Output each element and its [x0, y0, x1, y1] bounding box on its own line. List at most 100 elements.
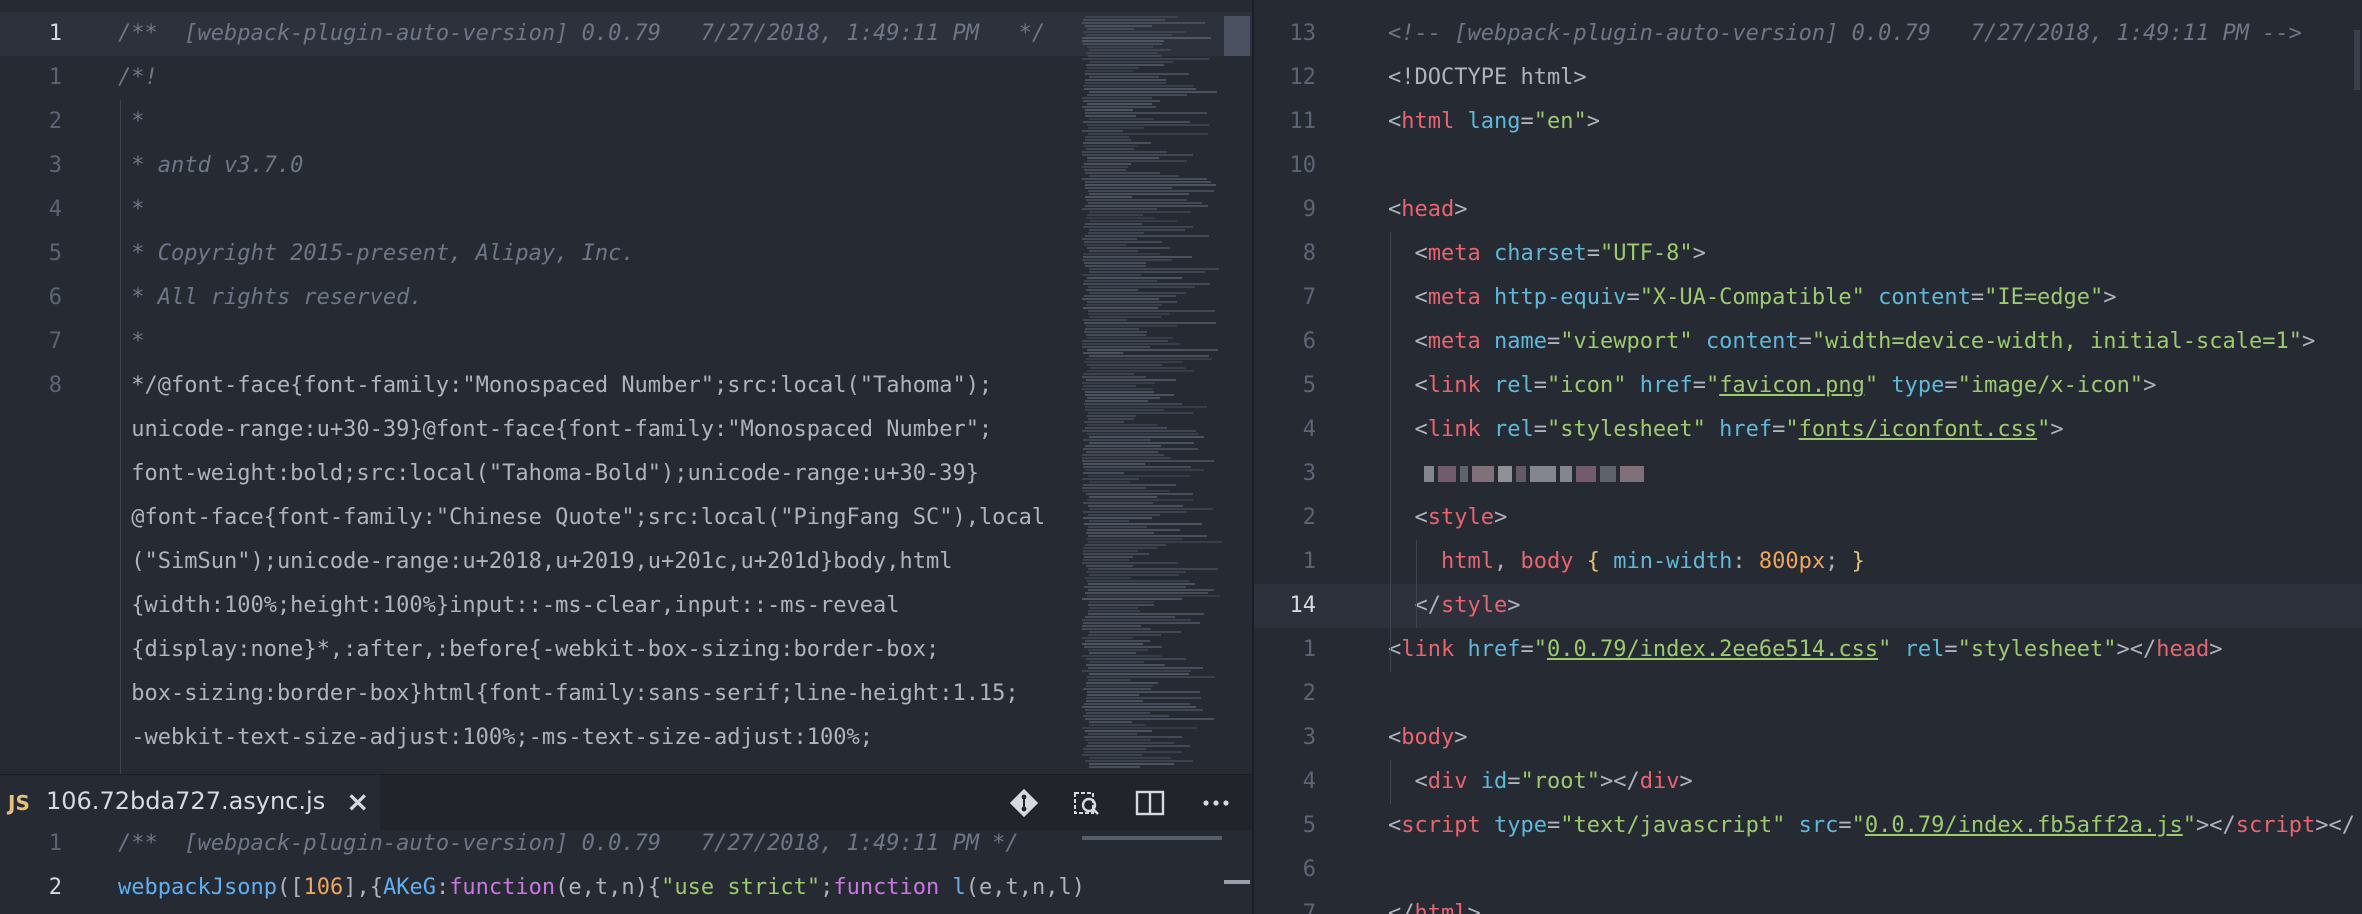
minimap-line [1087, 301, 1177, 303]
code-text: <div id="root"></div> [1388, 760, 1692, 804]
code-line[interactable]: {width:100%;height:100%}input::-ms-clear… [0, 584, 1252, 628]
code-line[interactable]: 2 webpackJsonp([106],{AKeG:function(e,t,n… [0, 866, 1252, 910]
code-line[interactable]: 1 /** [webpack-plugin-auto-version] 0.0.7… [0, 12, 1252, 56]
minimap-line [1083, 517, 1152, 519]
code-line[interactable]: 13 <!-- [webpack-plugin-auto-version] 0.0… [1254, 12, 2362, 56]
code-line[interactable]: 2 * [0, 100, 1252, 144]
minimap-line [1085, 70, 1133, 72]
code-line[interactable]: 8 <meta charset="UTF-8"> [1254, 232, 2362, 276]
code-line[interactable]: {display:none}*,:after,:before{-webkit-b… [0, 628, 1252, 672]
code-line[interactable]: 2 [1254, 672, 2362, 716]
minimap-line [1083, 43, 1162, 45]
code-line[interactable]: 1 /** [webpack-plugin-auto-version] 0.0.7… [0, 830, 1252, 866]
minimap[interactable] [1082, 16, 1222, 772]
minimap-line [1086, 664, 1165, 666]
code-line[interactable]: 11 <html lang="en"> [1254, 100, 2362, 144]
code-line[interactable]: 4 * [0, 188, 1252, 232]
token: "UTF-8" [1599, 241, 1693, 266]
minimap-line [1089, 601, 1154, 603]
more-actions-icon[interactable] [1200, 787, 1232, 819]
code-text: <!-- [webpack-plugin-auto-version] 0.0.7… [1388, 12, 2302, 56]
code-line[interactable]: 2 <style> [1254, 496, 2362, 540]
code-line[interactable]: 12 <!DOCTYPE html> [1254, 56, 2362, 100]
token: meta [1427, 329, 1481, 354]
line-number: 2 [1302, 681, 1316, 706]
code-line[interactable]: 4 <div id="root"></div> [1254, 760, 2362, 804]
code-line[interactable]: box-sizing:border-box}html{font-family:s… [0, 672, 1252, 716]
code-line[interactable]: 5 <link rel="icon" href="favicon.png" ty… [1254, 364, 2362, 408]
code-line[interactable]: @font-face{font-family:"Chinese Quote";s… [0, 496, 1252, 540]
minimap-line [1089, 91, 1217, 93]
minimap-line [1088, 475, 1190, 477]
minimap-line [1082, 727, 1197, 729]
code-line[interactable]: 7 * [0, 320, 1252, 364]
minimap-line [1086, 451, 1158, 453]
code-line[interactable]: 1 <link href="0.0.79/index.2ee6e514.css" … [1254, 628, 2362, 672]
minimap-line [1086, 325, 1177, 327]
minimap-line [1082, 343, 1180, 345]
code-line[interactable]: 10 [1254, 144, 2362, 188]
redacted-block [1560, 466, 1572, 482]
code-line[interactable]: ("SimSun");unicode-range:u+2018,u+2019,u… [0, 540, 1252, 584]
code-line[interactable]: 6 * All rights reserved. [0, 276, 1252, 320]
redacted-block [1530, 466, 1556, 482]
code-line[interactable]: 1 html, body { min-width: 800px; } [1254, 540, 2362, 584]
code-line[interactable]: 5 * Copyright 2015-present, Alipay, Inc. [0, 232, 1252, 276]
open-changes-icon[interactable] [1070, 787, 1102, 819]
minimap-line [1085, 109, 1133, 111]
tab-active-file[interactable]: JS 106.72bda727.async.js × [0, 775, 380, 831]
token: href [1626, 373, 1693, 398]
code-line[interactable]: unicode-range:u+30-39}@font-face{font-fa… [0, 408, 1252, 452]
minimap-line [1087, 538, 1183, 540]
minimap-line [1083, 550, 1138, 552]
code-line[interactable]: font-weight:bold;src:local("Tahoma-Bold"… [0, 452, 1252, 496]
minimap-line [1082, 382, 1155, 384]
token: {width:100%;height:100%}input::-ms-clear… [118, 593, 900, 618]
code-line[interactable]: 8 */@font-face{font-family:"Monospaced N… [0, 364, 1252, 408]
minimap-line [1082, 340, 1168, 342]
code-line[interactable]: -webkit-text-size-adjust:100%;-ms-text-s… [0, 716, 1252, 760]
minimap-line [1082, 208, 1157, 210]
minimap-line [1088, 418, 1134, 420]
code-line[interactable]: 3 * antd v3.7.0 [0, 144, 1252, 188]
line-number: 1 [48, 831, 62, 856]
code-line[interactable]: 6 <meta name="viewport" content="width=d… [1254, 320, 2362, 364]
token: = [1970, 285, 1985, 310]
code-line[interactable]: 7 <meta http-equiv="X-UA-Compatible" con… [1254, 276, 2362, 320]
code-line[interactable]: 14 </style> [1254, 584, 2362, 628]
minimap-line [1088, 286, 1195, 288]
close-icon[interactable]: × [346, 785, 369, 818]
minimap-line [1083, 553, 1149, 555]
code-line[interactable]: 3 <body> [1254, 716, 2362, 760]
token: = [1546, 329, 1561, 354]
right-scrollbar[interactable] [2354, 30, 2360, 90]
code-line[interactable]: 7 </html> [1254, 892, 2362, 914]
token: = [1798, 329, 1812, 354]
code-line[interactable]: 5 <script type="text/javascript" src="0.0… [1254, 804, 2362, 848]
minimap-line [1086, 304, 1162, 306]
bottom-scrollbar[interactable] [1224, 880, 1250, 884]
token: > [1692, 241, 1706, 266]
minimap-line [1083, 283, 1210, 285]
minimap-line [1089, 175, 1179, 177]
git-compare-icon[interactable] [1008, 787, 1040, 819]
minimap-line [1087, 124, 1209, 126]
minimap-line [1083, 466, 1191, 468]
code-line[interactable]: 3 [1254, 452, 2362, 496]
token: href [1454, 637, 1521, 662]
minimap-line [1082, 625, 1141, 627]
bottom-editor[interactable]: 1 /** [webpack-plugin-auto-version] 0.0.7… [0, 830, 1252, 914]
minimap-line [1087, 580, 1189, 582]
code-line[interactable]: 1 /*! [0, 56, 1252, 100]
minimap-line [1088, 568, 1218, 570]
code-line[interactable]: 6 [1254, 848, 2362, 892]
right-editor[interactable]: 13 <!-- [webpack-plugin-auto-version] 0.0… [1254, 0, 2362, 914]
code-line[interactable]: 4 <link rel="stylesheet" href="fonts/ico… [1254, 408, 2362, 452]
split-editor-icon[interactable] [1134, 787, 1166, 819]
bottom-minimap[interactable] [1082, 836, 1222, 840]
token: < [1388, 813, 1402, 838]
code-line[interactable]: 9 <head> [1254, 188, 2362, 232]
scrollbar-thumb[interactable] [1224, 16, 1250, 56]
left-editor[interactable]: 1 /** [webpack-plugin-auto-version] 0.0.7… [0, 0, 1252, 774]
minimap-line [1088, 133, 1208, 135]
